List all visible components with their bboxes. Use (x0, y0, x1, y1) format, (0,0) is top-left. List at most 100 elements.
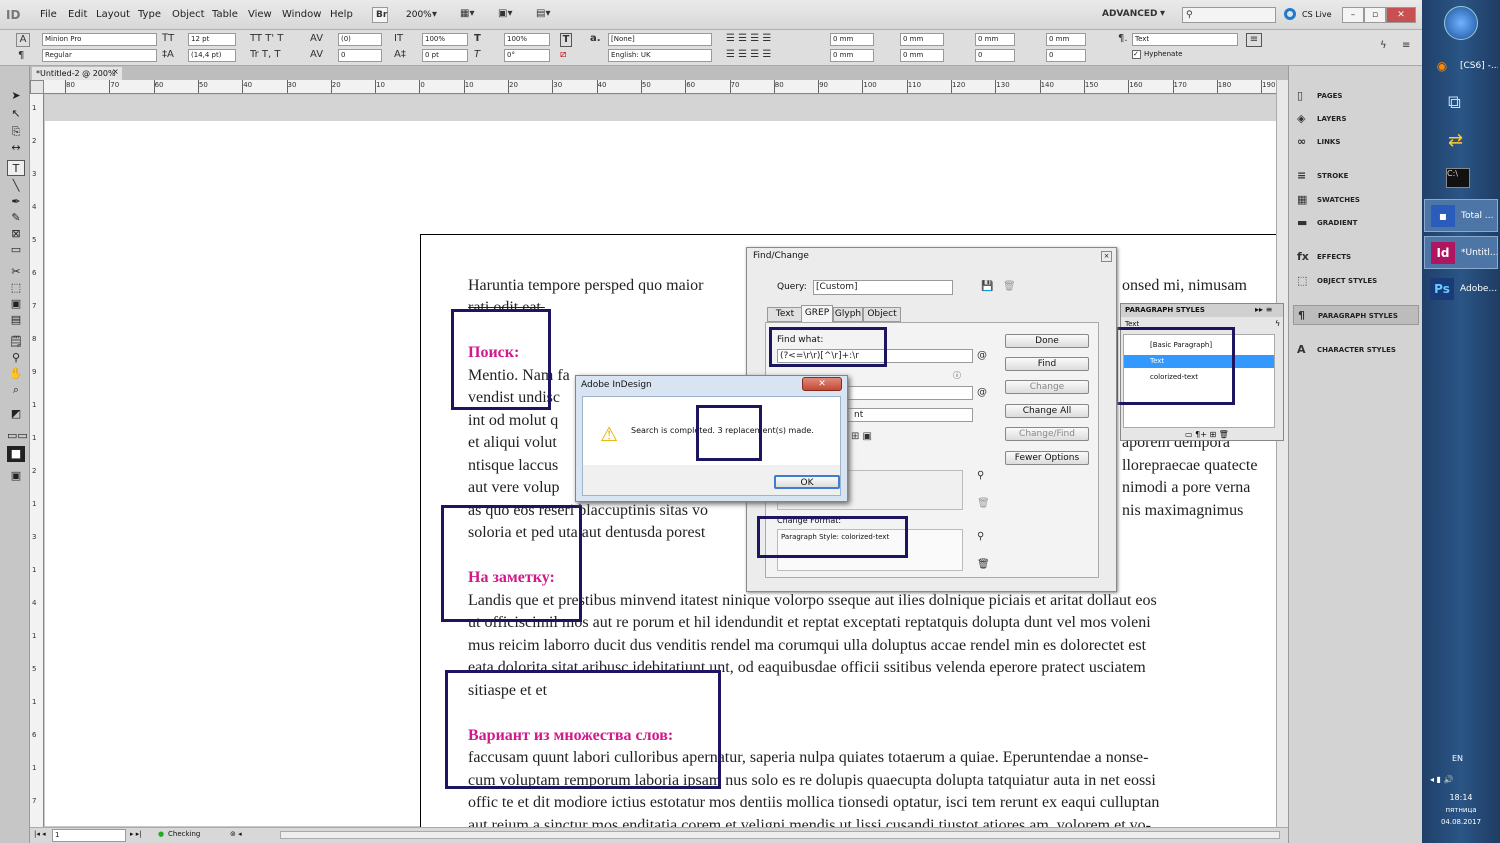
panel-gradient[interactable]: ▬ GRADIENT (1293, 213, 1419, 233)
note-tool-icon[interactable]: 🗒 (7, 334, 25, 350)
leading-field[interactable]: (14,4 pt) (188, 49, 236, 62)
ok-button[interactable]: OK (774, 475, 840, 489)
kerning-field[interactable]: (0) (338, 33, 382, 46)
right-indent-field[interactable]: 0 mm (900, 33, 944, 46)
panel-layers[interactable]: ◈ LAYERS (1293, 109, 1419, 129)
workspace-switcher[interactable]: ADVANCED (1102, 9, 1158, 19)
find-format-icon[interactable]: ⚲ (977, 470, 984, 482)
menu-file[interactable]: File (40, 9, 57, 20)
menu-help[interactable]: Help (330, 9, 353, 20)
gap-tool-icon[interactable]: ↔ (7, 140, 25, 156)
pencil-tool-icon[interactable]: ✎ (7, 210, 25, 226)
first-line-indent-field[interactable]: 0 mm (830, 49, 874, 62)
menu-window[interactable]: Window (282, 9, 321, 20)
body-line[interactable]: ut officiscimil mos aut re porum et hil … (468, 612, 1274, 635)
maximize-button[interactable]: ▫ (1364, 7, 1386, 23)
bridge-button[interactable]: Br (372, 7, 388, 23)
arrange-documents-icon[interactable]: ▤▾ (536, 8, 550, 20)
horizontal-scrollbar[interactable] (280, 831, 1280, 839)
gradient-feather-tool-icon[interactable]: ▤ (7, 312, 25, 328)
panel-swatches[interactable]: ▦ SWATCHES (1293, 190, 1419, 210)
change-format-icon[interactable]: ⚲ (977, 531, 984, 543)
font-family-select[interactable]: Minion Pro (42, 33, 157, 46)
panel-links[interactable]: ∞ LINKS (1293, 132, 1419, 152)
body-line[interactable]: aut reium a sinctur mos enditatia corem … (468, 815, 1274, 827)
direct-selection-tool-icon[interactable]: ↖ (7, 106, 25, 122)
rectangle-tool-icon[interactable]: ▭ (7, 242, 25, 258)
body-line[interactable]: nimodi a pore verna (1122, 477, 1274, 500)
query-select[interactable]: [Custom] (813, 280, 953, 295)
delete-query-icon[interactable]: 🗑 (1003, 281, 1016, 293)
done-button[interactable]: Done (1005, 334, 1089, 348)
fill-stroke-icon[interactable]: ◩ (7, 406, 25, 422)
taskbar-total[interactable]: ▪ Total ... (1424, 199, 1498, 232)
panel-footer-icons[interactable]: ▭ ¶+ ⊞ 🗑 (1185, 430, 1229, 439)
character-mode-icon[interactable]: A (16, 33, 30, 47)
panel-menu-icon[interactable]: ≡ (1246, 33, 1262, 47)
new-style-flash-icon[interactable]: ϟ (1275, 319, 1280, 328)
horizontal-ruler[interactable]: 80 70 60 50 40 30 20 10 0 10 20 30 40 50 60 70 80 90 100 11… (44, 80, 1276, 94)
view-options-icon[interactable]: ▦▾ (460, 8, 474, 20)
body-line[interactable]: onsed mi, nimusam (1122, 275, 1274, 298)
alert-close-button[interactable]: ✕ (802, 377, 842, 391)
align-left-icon[interactable]: ☰ ☰ ☰ ☰ (726, 33, 771, 45)
menu-type[interactable]: Type (138, 9, 161, 20)
justify-icon[interactable]: ☰ ☰ ☰ ☰ (726, 49, 771, 61)
scissors-tool-icon[interactable]: ✂ (7, 264, 25, 280)
zoom-tool-icon[interactable]: ⌕ (7, 382, 25, 398)
tray-icons[interactable]: ◂ ▮ 🔊 (1430, 775, 1453, 784)
start-button-icon[interactable] (1444, 6, 1478, 40)
vertical-ruler[interactable]: 1 2 3 4 5 6 7 8 9 1 1 2 1 3 1 4 1 5 1 6 1 7 (30, 94, 44, 827)
panel-pages[interactable]: ▯ PAGES (1293, 86, 1419, 106)
body-line[interactable]: llorepraecae quatecte (1122, 455, 1274, 478)
chevron-down-icon[interactable]: ▾ (1160, 8, 1165, 20)
horizontal-scale-field[interactable]: 100% (504, 33, 550, 46)
special-characters-icon[interactable]: @ (977, 350, 987, 362)
clock-time[interactable]: 18:14 (1422, 793, 1500, 802)
panel-stroke[interactable]: ≡ STROKE (1293, 166, 1419, 186)
hand-tool-icon[interactable]: ✋ (7, 366, 25, 382)
normal-view-icon[interactable]: ■ (7, 446, 25, 462)
body-line[interactable]: mus reicim laborro ducit dus venditis re… (468, 635, 1274, 658)
skew-field[interactable]: 0° (504, 49, 550, 62)
fill-text-icon[interactable]: T (560, 33, 572, 47)
preflight-status[interactable]: Checking (168, 830, 200, 838)
space-after-field[interactable]: 0 mm (1046, 33, 1086, 46)
menu-layout[interactable]: Layout (96, 9, 130, 20)
type-tool-icon[interactable]: T (7, 160, 25, 176)
last-line-indent-field[interactable]: 0 mm (900, 49, 944, 62)
clear-change-format-icon[interactable]: 🗑 (977, 559, 990, 571)
close-tab-icon[interactable]: × (112, 67, 119, 76)
panel-paragraph-styles[interactable]: ¶ PARAGRAPH STYLES (1293, 305, 1419, 325)
next-page-icon[interactable]: ▸ ▸| (130, 830, 142, 838)
font-size-field[interactable]: 12 pt (188, 33, 236, 46)
eyedropper-tool-icon[interactable]: ⚲ (7, 350, 25, 366)
console-icon[interactable]: C:\ (1446, 168, 1470, 188)
fewer-options-button[interactable]: Fewer Options (1005, 451, 1089, 465)
network-icon[interactable]: ⧉ (1448, 92, 1461, 113)
control-panel-menu-icon[interactable]: ≡ (1402, 40, 1410, 52)
dropcap-chars-field[interactable]: 0 (1046, 49, 1086, 62)
find-button[interactable]: Find (1005, 357, 1089, 371)
body-line[interactable]: Landis que et prestibus minvend itatest … (468, 590, 1274, 613)
baseline-shift-field[interactable]: 0 pt (422, 49, 468, 62)
zoom-level[interactable]: 200% (406, 10, 432, 20)
page-number-field[interactable]: 1 (52, 829, 126, 842)
tab-object[interactable]: Object (863, 307, 901, 322)
ruler-origin[interactable] (30, 80, 44, 94)
collapse-icon[interactable]: ▸▸ ≡ (1255, 305, 1272, 314)
cslive-button[interactable]: CS Live (1302, 10, 1332, 19)
gradient-swatch-tool-icon[interactable]: ▣ (7, 296, 25, 312)
minimize-button[interactable]: – (1342, 7, 1364, 23)
line-tool-icon[interactable]: ╲ (7, 178, 25, 194)
panel-effects[interactable]: fx EFFECTS (1293, 247, 1419, 267)
change-find-button[interactable]: Change/Find (1005, 427, 1089, 441)
search-input[interactable]: ⚲ (1182, 7, 1276, 23)
menu-object[interactable]: Object (172, 9, 205, 20)
panel-object-styles[interactable]: ⬚ OBJECT STYLES (1293, 271, 1419, 291)
clear-format-icon[interactable]: 🗑 (977, 498, 990, 510)
screen-mode-icon[interactable]: ▣ (7, 468, 25, 484)
vertical-scale-field[interactable]: 100% (422, 33, 468, 46)
change-button[interactable]: Change (1005, 380, 1089, 394)
screen-mode-icon[interactable]: ▣▾ (498, 8, 512, 20)
